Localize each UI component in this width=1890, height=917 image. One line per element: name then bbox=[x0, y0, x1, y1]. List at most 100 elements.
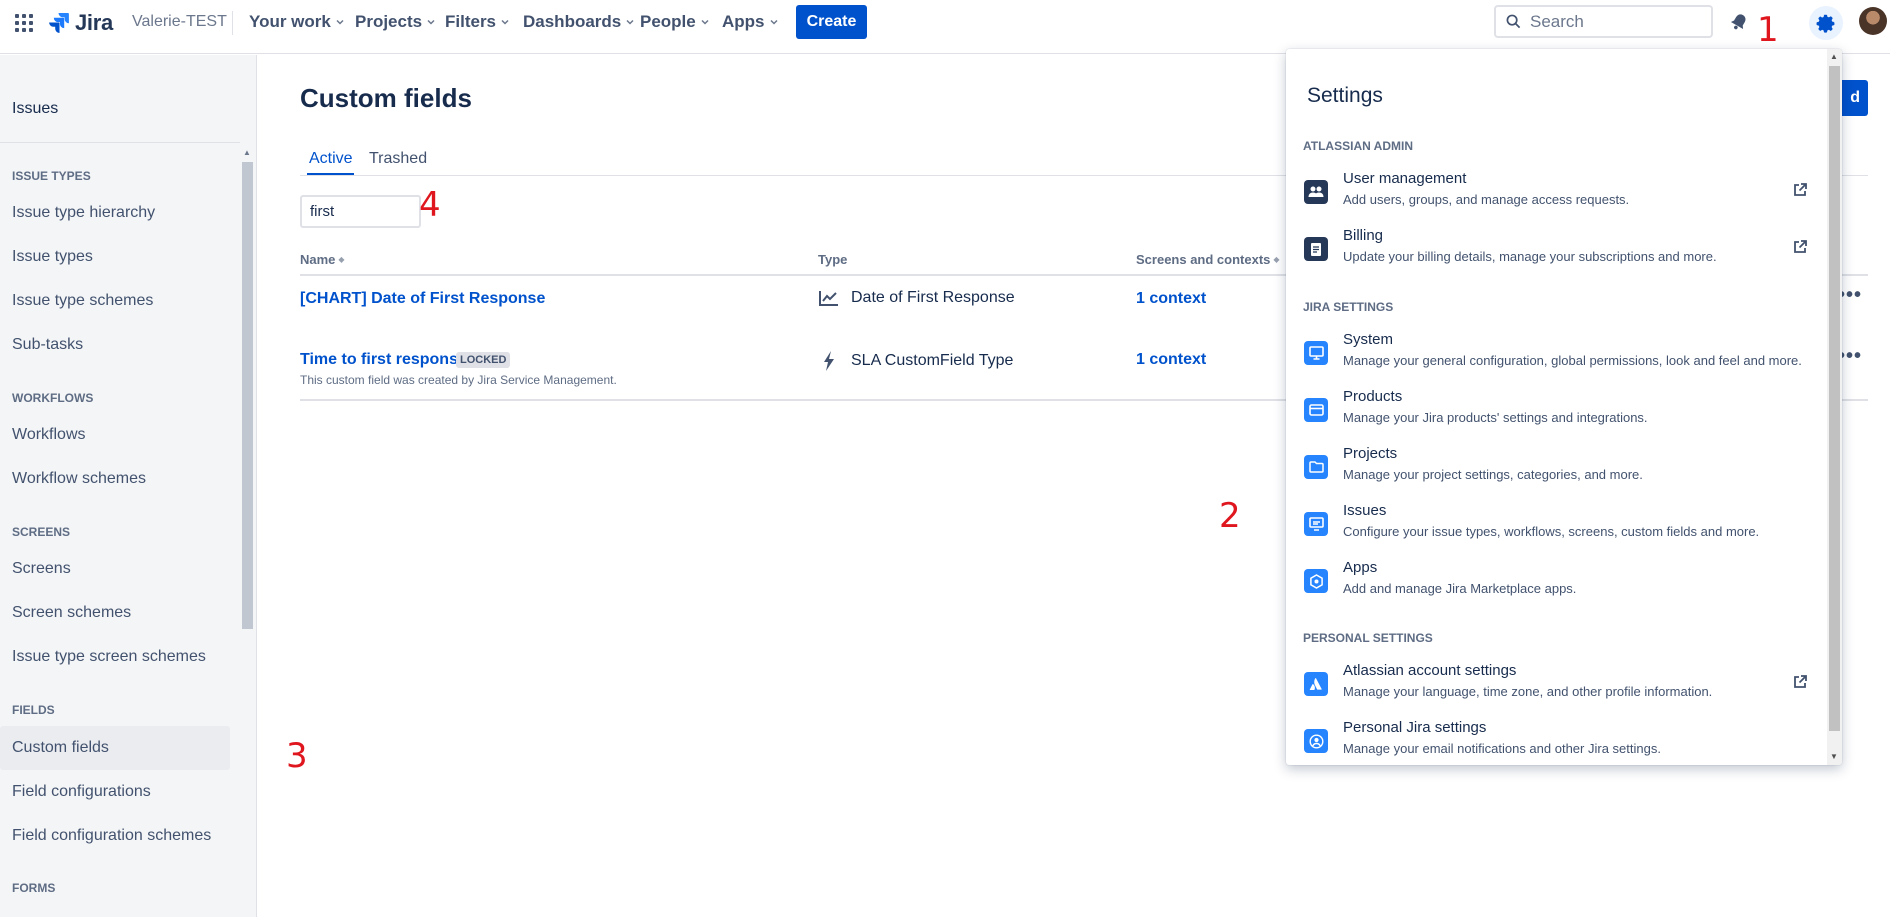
column-header-screens-contexts[interactable]: Screens and contexts ◆ bbox=[1136, 252, 1280, 267]
settings-item-products[interactable]: Products Manage your Jira products' sett… bbox=[1286, 384, 1826, 438]
column-header-label: Screens and contexts bbox=[1136, 252, 1271, 267]
chevron-down-icon bbox=[701, 19, 709, 25]
settings-item-label: System bbox=[1343, 331, 1394, 348]
sidebar-item-issue-type-screen-schemes[interactable]: Issue type screen schemes bbox=[0, 635, 230, 679]
sidebar-divider bbox=[0, 142, 240, 143]
page-title: Custom fields bbox=[300, 83, 472, 113]
settings-item-description: Update your billing details, manage your… bbox=[1343, 249, 1717, 264]
sidebar-item-field-configurations[interactable]: Field configurations bbox=[0, 770, 230, 814]
notifications-icon[interactable] bbox=[1728, 11, 1750, 33]
column-header-name[interactable]: Name ◆ bbox=[300, 252, 345, 267]
nav-filters[interactable]: Filters bbox=[445, 12, 510, 32]
settings-item-label: Products bbox=[1343, 388, 1403, 405]
settings-section-personal-settings: PERSONAL SETTINGS bbox=[1303, 631, 1433, 645]
field-type-label: Date of First Response bbox=[851, 289, 1015, 306]
search-box[interactable] bbox=[1494, 5, 1713, 38]
annotation-1: 1 bbox=[1757, 10, 1779, 50]
app-switcher-icon[interactable] bbox=[14, 13, 34, 33]
active-tab-indicator bbox=[307, 173, 354, 175]
search-icon bbox=[1506, 14, 1521, 29]
field-name-link[interactable]: Time to first response bbox=[300, 351, 467, 369]
external-link-icon bbox=[1794, 675, 1807, 688]
scroll-up-arrow-icon[interactable]: ▲ bbox=[243, 148, 251, 157]
scroll-up-arrow-icon[interactable]: ▲ bbox=[1830, 52, 1838, 61]
chevron-down-icon bbox=[769, 19, 778, 25]
sidebar-item-screen-schemes[interactable]: Screen schemes bbox=[0, 591, 230, 635]
settings-item-issues[interactable]: Issues Configure your issue types, workf… bbox=[1286, 498, 1826, 552]
annotation-3: 3 bbox=[286, 736, 308, 776]
settings-item-description: Add users, groups, and manage access req… bbox=[1343, 192, 1630, 207]
sidebar: Issues ISSUE TYPES Issue type hierarchy … bbox=[0, 55, 257, 917]
create-button[interactable]: Create bbox=[796, 5, 867, 39]
sidebar-item-sub-tasks[interactable]: Sub-tasks bbox=[0, 323, 230, 367]
sidebar-item-issue-type-schemes[interactable]: Issue type schemes bbox=[0, 279, 230, 323]
nav-projects[interactable]: Projects bbox=[355, 12, 436, 32]
settings-item-projects[interactable]: Projects Manage your project settings, c… bbox=[1286, 441, 1826, 495]
sidebar-scrollbar-thumb[interactable] bbox=[242, 162, 253, 629]
external-link-icon bbox=[1794, 240, 1807, 253]
sidebar-section-workflows: WORKFLOWS bbox=[12, 391, 94, 405]
chart-line-icon bbox=[819, 291, 838, 306]
sidebar-item-workflows[interactable]: Workflows bbox=[0, 413, 230, 457]
settings-item-label: Personal Jira settings bbox=[1343, 719, 1487, 736]
settings-item-system[interactable]: System Manage your general configuration… bbox=[1286, 327, 1826, 381]
sidebar-item-issue-type-hierarchy[interactable]: Issue type hierarchy bbox=[0, 191, 230, 235]
field-description: This custom field was created by Jira Se… bbox=[300, 373, 617, 387]
product-name: Jira bbox=[75, 10, 113, 35]
search-input[interactable] bbox=[1530, 11, 1700, 32]
settings-item-user-management[interactable]: User management Add users, groups, and m… bbox=[1286, 166, 1826, 220]
avatar[interactable] bbox=[1859, 7, 1887, 35]
column-header-label: Name bbox=[300, 252, 336, 267]
nav-label: Dashboards bbox=[523, 12, 622, 31]
sidebar-item-workflow-schemes[interactable]: Workflow schemes bbox=[0, 457, 230, 501]
chevron-down-icon bbox=[501, 19, 509, 25]
nav-your-work[interactable]: Your work bbox=[249, 12, 345, 32]
card-icon bbox=[1304, 398, 1328, 422]
sidebar-item-custom-fields[interactable]: Custom fields bbox=[0, 726, 230, 770]
settings-scrollbar-thumb[interactable] bbox=[1829, 66, 1840, 731]
monitor-icon bbox=[1304, 341, 1328, 365]
settings-item-label: Issues bbox=[1343, 502, 1387, 519]
nav-apps[interactable]: Apps bbox=[722, 12, 779, 32]
sidebar-item-screens[interactable]: Screens bbox=[0, 547, 230, 591]
jira-logo[interactable]: Jira bbox=[48, 10, 113, 36]
field-contexts-link[interactable]: 1 context bbox=[1136, 290, 1206, 308]
annotation-4: 4 bbox=[419, 185, 441, 225]
nav-dashboards[interactable]: Dashboards bbox=[523, 12, 635, 32]
sidebar-item-issue-types[interactable]: Issue types bbox=[0, 235, 230, 279]
settings-item-billing[interactable]: Billing Update your billing details, man… bbox=[1286, 223, 1826, 277]
sidebar-item-field-configuration-schemes[interactable]: Field configuration schemes bbox=[0, 814, 230, 858]
settings-item-apps[interactable]: Apps Add and manage Jira Marketplace app… bbox=[1286, 555, 1826, 609]
sidebar-section-screens: SCREENS bbox=[12, 525, 71, 539]
settings-button[interactable] bbox=[1809, 6, 1843, 40]
filter-input[interactable] bbox=[300, 195, 421, 228]
sidebar-section-fields: FIELDS bbox=[12, 703, 55, 717]
sidebar-item-issues[interactable]: Issues bbox=[12, 100, 58, 118]
settings-item-personal-jira[interactable]: Personal Jira settings Manage your email… bbox=[1286, 715, 1826, 765]
nav-people[interactable]: People bbox=[640, 12, 710, 32]
site-name[interactable]: Valerie-TEST bbox=[132, 13, 227, 31]
nav-label: Your work bbox=[249, 12, 331, 31]
settings-item-description: Manage your language, time zone, and oth… bbox=[1343, 684, 1713, 699]
field-name-link[interactable]: [CHART] Date of First Response bbox=[300, 290, 545, 308]
gear-icon bbox=[1816, 14, 1835, 33]
annotation-2: 2 bbox=[1219, 496, 1241, 536]
settings-item-atlassian-account[interactable]: Atlassian account settings Manage your l… bbox=[1286, 658, 1826, 712]
nav-label: Projects bbox=[355, 12, 423, 31]
people-icon bbox=[1304, 180, 1328, 204]
jira-logo-icon bbox=[49, 13, 69, 34]
external-link-icon bbox=[1794, 183, 1807, 196]
tab-active[interactable]: Active bbox=[309, 150, 353, 168]
settings-item-description: Manage your project settings, categories… bbox=[1343, 467, 1643, 482]
apps-icon bbox=[1304, 569, 1328, 593]
sidebar-section-issue-types: ISSUE TYPES bbox=[12, 169, 91, 183]
locked-badge: LOCKED bbox=[456, 352, 511, 368]
settings-item-label: Projects bbox=[1343, 445, 1398, 462]
settings-item-label: Apps bbox=[1343, 559, 1378, 576]
sidebar-section-forms: FORMS bbox=[12, 881, 56, 895]
nav-label: Apps bbox=[722, 12, 765, 31]
tab-trashed[interactable]: Trashed bbox=[369, 150, 427, 168]
folder-icon bbox=[1304, 455, 1328, 479]
scroll-down-arrow-icon[interactable]: ▼ bbox=[1830, 752, 1838, 761]
field-contexts-link[interactable]: 1 context bbox=[1136, 351, 1206, 369]
